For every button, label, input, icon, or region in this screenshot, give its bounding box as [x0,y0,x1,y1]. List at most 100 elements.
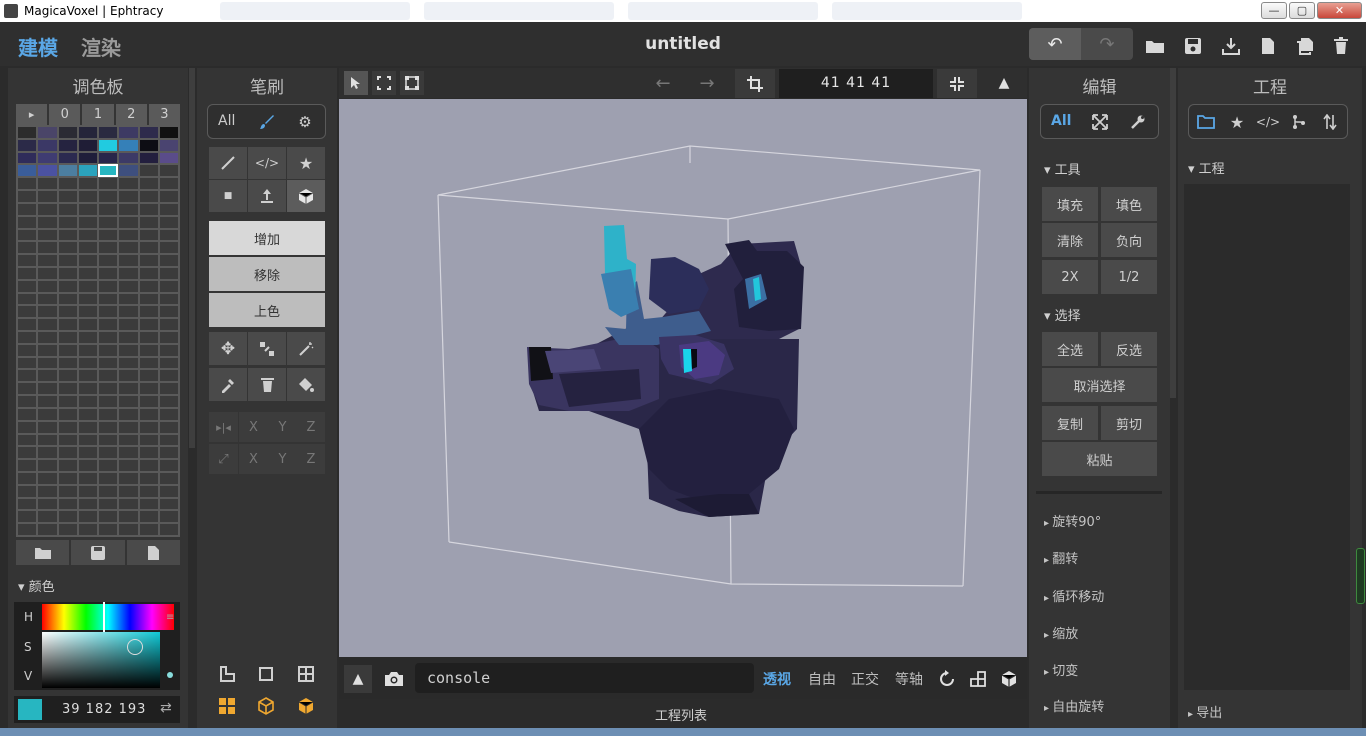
palette-swatch[interactable] [159,344,178,356]
palette-swatch[interactable] [159,255,178,266]
palette-swatch[interactable] [99,229,118,241]
palette-swatch[interactable] [119,139,138,151]
palette-swatch[interactable] [78,434,97,446]
copy-button[interactable]: 复制 [1042,406,1098,440]
palette-swatch[interactable] [119,485,138,497]
palette-swatch[interactable] [78,472,97,484]
palette-swatch[interactable] [38,255,57,266]
palette-swatch[interactable] [119,408,138,420]
palette-swatch[interactable] [18,139,37,151]
palette-swatch[interactable] [38,203,57,215]
palette-swatch[interactable] [78,524,97,535]
trash-icon[interactable] [1328,33,1354,59]
paste-button[interactable]: 粘贴 [1042,442,1157,476]
hue-slider[interactable] [42,604,174,630]
palette-swatch[interactable] [18,524,37,535]
palette-swatch[interactable] [139,332,158,343]
palette-swatch[interactable] [38,447,57,459]
mirror-z-button[interactable]: Z [297,412,325,442]
palette-swatch[interactable] [38,267,57,279]
palette-swatch[interactable] [159,127,178,138]
palette-swatch[interactable] [139,306,158,318]
palette-swatch[interactable] [159,498,178,510]
axis-scale-icon[interactable]: ⤢ [209,444,238,474]
palette-swatch[interactable] [119,344,138,356]
corner-select-icon[interactable] [400,71,424,95]
fill-button[interactable]: 填充 [1042,187,1098,221]
palette-swatch[interactable] [38,306,57,318]
mode-remove-button[interactable]: 移除 [209,257,325,291]
palette-swatch[interactable] [78,293,97,305]
star-brush-icon[interactable]: ★ [287,147,325,179]
palette-swatch[interactable] [18,229,37,241]
palette-swatch[interactable] [139,357,158,369]
palette-swatch[interactable] [99,332,118,343]
palette-swatch[interactable] [139,152,158,164]
palette-swatch[interactable] [139,344,158,356]
triangle-up-icon[interactable]: ▲ [993,72,1015,94]
palette-swatch[interactable] [99,485,118,497]
palette-swatch[interactable] [99,421,118,433]
palette-swatch[interactable] [139,165,158,177]
mirror-y-button[interactable]: Y [268,412,297,442]
model-size-display[interactable]: 41 41 41 [779,69,933,98]
palette-swatch[interactable] [99,434,118,446]
palette-swatch[interactable] [119,216,138,228]
palette-swatch[interactable] [119,306,138,318]
palette-swatch[interactable] [38,383,57,395]
palette-swatch[interactable] [119,191,138,202]
palette-swatch[interactable] [58,396,77,407]
project-section-header[interactable]: ▾ 工程 [1188,158,1225,177]
palette-swatch[interactable] [18,370,37,382]
palette-swatch[interactable] [78,447,97,459]
view-perspective-button[interactable]: 透视 [763,669,791,689]
palette-swatch[interactable] [139,191,158,202]
swap-icon[interactable]: ⇄ [160,700,172,716]
select-transform-icon[interactable] [248,332,286,365]
palette-swatch[interactable] [159,152,178,164]
palette-swatch[interactable] [58,152,77,164]
select-all-button[interactable]: 全选 [1042,332,1098,366]
palette-swatch[interactable] [18,498,37,510]
palette-swatch[interactable] [119,319,138,330]
palette-swatch[interactable] [119,293,138,305]
palette-swatch[interactable] [139,447,158,459]
palette-swatch[interactable] [139,485,158,497]
palette-swatch[interactable] [18,408,37,420]
minimize-button[interactable]: — [1261,2,1287,19]
palette-swatch[interactable] [159,139,178,151]
palette-swatch[interactable] [99,216,118,228]
invert-button[interactable]: 负向 [1101,223,1157,257]
duplicate-file-icon[interactable] [1292,33,1318,59]
palette-swatch[interactable] [119,460,138,471]
palette-swatch[interactable] [58,485,77,497]
palette-swatch[interactable] [99,498,118,510]
3d-viewport[interactable] [339,99,1027,657]
palette-swatch[interactable] [119,242,138,254]
project-branch-icon[interactable] [1288,111,1310,133]
fill-bucket-icon[interactable] [287,368,325,401]
palette-swatch[interactable] [139,216,158,228]
loop-move-item[interactable]: ▸ 循环移动 [1044,586,1104,605]
palette-swatch[interactable] [38,524,57,535]
new-file-icon[interactable] [1255,33,1281,59]
palette-swatch[interactable] [78,511,97,523]
blocks-orange-icon[interactable] [216,695,238,717]
close-button[interactable]: ✕ [1317,2,1362,19]
arrow-right-icon[interactable]: → [694,72,720,94]
line-brush-icon[interactable] [209,147,247,179]
palette-swatch[interactable] [159,306,178,318]
palette-swatch[interactable] [99,306,118,318]
mode-add-button[interactable]: 增加 [209,221,325,255]
palette-swatch[interactable] [18,165,37,177]
palette-tab-arrow[interactable]: ▸ [16,104,48,125]
palette-swatch[interactable] [159,383,178,395]
palette-swatch[interactable] [159,460,178,471]
erase-trash-icon[interactable] [248,368,286,401]
open-folder-icon[interactable] [1142,33,1168,59]
palette-swatch[interactable] [159,293,178,305]
palette-swatch[interactable] [58,216,77,228]
palette-swatch[interactable] [38,344,57,356]
palette-swatch[interactable] [119,511,138,523]
palette-swatch[interactable] [139,229,158,241]
